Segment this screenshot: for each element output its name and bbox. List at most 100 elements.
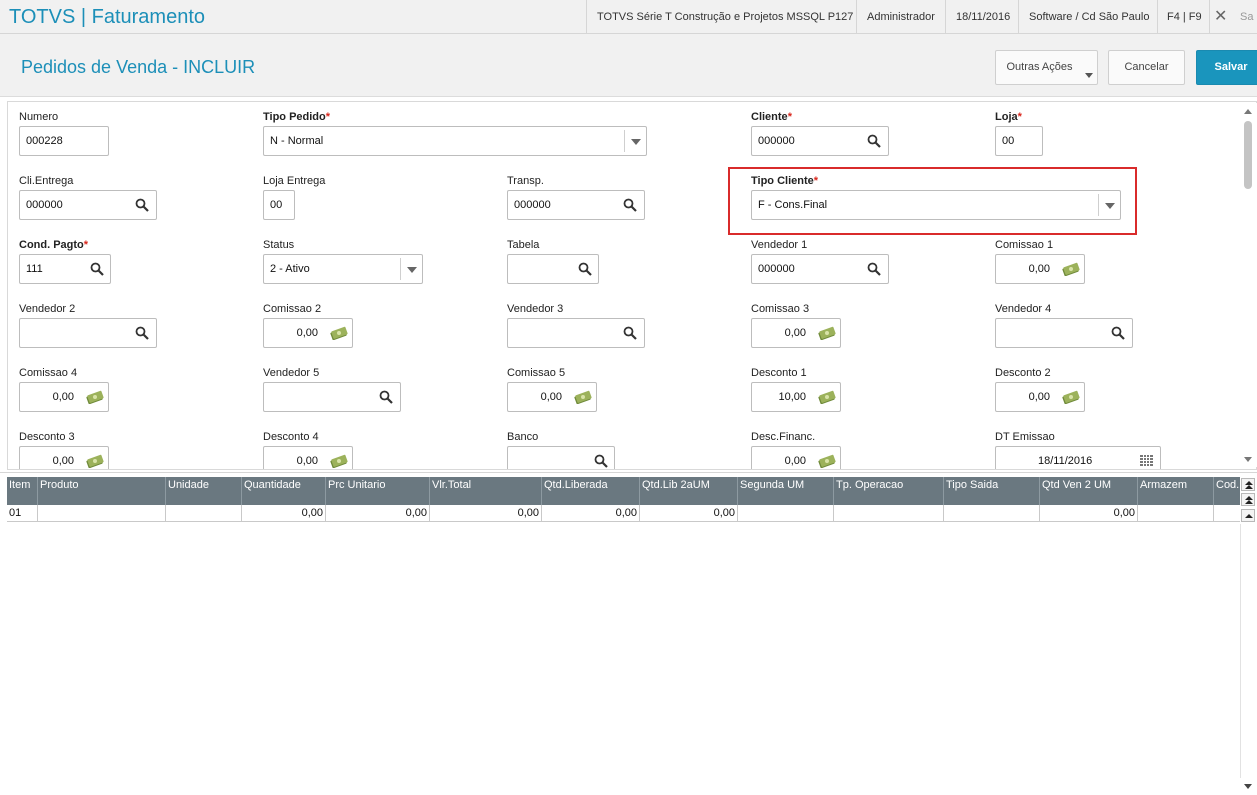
money-icon[interactable] xyxy=(85,390,105,404)
comissao3-input[interactable]: 0,00 xyxy=(751,318,841,348)
grid-col-tipo-saida[interactable]: Tipo Saida xyxy=(944,477,1040,505)
calendar-icon[interactable] xyxy=(1140,455,1154,467)
search-icon[interactable] xyxy=(135,326,149,340)
other-actions-button[interactable]: Outras Ações xyxy=(995,50,1098,85)
desconto1-input[interactable]: 10,00 xyxy=(751,382,841,412)
page-title: Pedidos de Venda - INCLUIR xyxy=(21,57,256,77)
grid-col-prc-unitario[interactable]: Prc Unitario xyxy=(326,477,430,505)
grid-cell[interactable]: 0,00 xyxy=(640,505,738,522)
money-icon[interactable] xyxy=(329,326,349,340)
dt-emissao-input[interactable]: 18/11/2016 xyxy=(995,446,1161,469)
grid-col-qtd-ven-2um[interactable]: Qtd Ven 2 UM xyxy=(1040,477,1138,505)
desconto2-input[interactable]: 0,00 xyxy=(995,382,1085,412)
grid-cell[interactable] xyxy=(1138,505,1214,522)
grid-cell[interactable] xyxy=(38,505,166,522)
close-label[interactable]: Sa xyxy=(1240,0,1253,34)
money-icon[interactable] xyxy=(1061,390,1081,404)
save-button[interactable]: Salvar xyxy=(1196,50,1257,85)
search-icon[interactable] xyxy=(135,198,149,212)
comissao5-input[interactable]: 0,00 xyxy=(507,382,597,412)
scroll-top-button[interactable] xyxy=(1241,478,1255,491)
grid-cell[interactable]: 0,00 xyxy=(430,505,542,522)
desconto1-value: 10,00 xyxy=(778,391,806,403)
grid-cell[interactable] xyxy=(1214,505,1240,522)
vendedor3-input[interactable] xyxy=(507,318,645,348)
scroll-page-up-button[interactable] xyxy=(1241,493,1255,506)
grid-scroll-down-button[interactable] xyxy=(1240,778,1257,795)
vendedor4-input[interactable] xyxy=(995,318,1133,348)
grid-col-segunda-um[interactable]: Segunda UM xyxy=(738,477,834,505)
search-icon[interactable] xyxy=(623,198,637,212)
loja-input[interactable]: 00 xyxy=(995,126,1043,156)
desconto3-input[interactable]: 0,00 xyxy=(19,446,109,469)
grid-cell[interactable] xyxy=(166,505,242,522)
banco-input[interactable] xyxy=(507,446,615,469)
cliente-input[interactable]: 000000 xyxy=(751,126,889,156)
cli-entrega-input[interactable]: 000000 xyxy=(19,190,157,220)
search-icon[interactable] xyxy=(578,262,592,276)
search-icon[interactable] xyxy=(594,454,608,468)
scroll-up-button[interactable] xyxy=(1241,509,1255,522)
grid-cell[interactable]: 0,00 xyxy=(1040,505,1138,522)
money-icon[interactable] xyxy=(817,326,837,340)
grid-col-qtd-liberada[interactable]: Qtd.Liberada xyxy=(542,477,640,505)
money-icon[interactable] xyxy=(85,454,105,468)
scroll-thumb[interactable] xyxy=(1244,121,1252,189)
transp-input[interactable]: 000000 xyxy=(507,190,645,220)
grid-col-quantidade[interactable]: Quantidade xyxy=(242,477,326,505)
grid-col-cod[interactable]: Cod. xyxy=(1214,477,1240,505)
money-icon[interactable] xyxy=(1061,262,1081,276)
grid-col-armazem[interactable]: Armazem xyxy=(1138,477,1214,505)
numero-input[interactable]: 000228 xyxy=(19,126,109,156)
grid-col-qtd-lib-2aum[interactable]: Qtd.Lib 2aUM xyxy=(640,477,738,505)
shortcuts-label[interactable]: F4 | F9 xyxy=(1157,0,1211,34)
vendedor5-input[interactable] xyxy=(263,382,401,412)
grid-col-unidade[interactable]: Unidade xyxy=(166,477,242,505)
money-icon[interactable] xyxy=(817,454,837,468)
search-icon[interactable] xyxy=(623,326,637,340)
chevron-down-icon xyxy=(631,139,641,145)
search-icon[interactable] xyxy=(379,390,393,404)
desc-financ-input[interactable]: 0,00 xyxy=(751,446,841,469)
scroll-up-icon[interactable] xyxy=(1244,109,1252,114)
vendedor1-input[interactable]: 000000 xyxy=(751,254,889,284)
grid-cell[interactable] xyxy=(944,505,1040,522)
tabela-input[interactable] xyxy=(507,254,599,284)
grid-cell[interactable] xyxy=(834,505,944,522)
money-icon[interactable] xyxy=(329,454,349,468)
table-row[interactable]: 01 0,00 0,00 0,00 0,00 0,00 0,00 xyxy=(7,505,1240,522)
cond-pagto-input[interactable]: 111 xyxy=(19,254,111,284)
grid-col-tp-operacao[interactable]: Tp. Operacao xyxy=(834,477,944,505)
grid-col-vlr-total[interactable]: Vlr.Total xyxy=(430,477,542,505)
comissao4-input[interactable]: 0,00 xyxy=(19,382,109,412)
grid-cell[interactable]: 0,00 xyxy=(326,505,430,522)
grid-col-item[interactable]: Item xyxy=(7,477,38,505)
search-icon[interactable] xyxy=(867,134,881,148)
money-icon[interactable] xyxy=(817,390,837,404)
cli-entrega-label: Cli.Entrega xyxy=(19,175,74,187)
desconto4-input[interactable]: 0,00 xyxy=(263,446,353,469)
grid-col-produto[interactable]: Produto xyxy=(38,477,166,505)
search-icon[interactable] xyxy=(867,262,881,276)
top-bar: TOTVS | Faturamento TOTVS Série T Constr… xyxy=(0,0,1257,34)
grid-cell[interactable]: 01 xyxy=(7,505,38,522)
grid-cell[interactable]: 0,00 xyxy=(242,505,326,522)
grid-scrollbar-track[interactable] xyxy=(1240,524,1241,778)
scroll-down-icon[interactable] xyxy=(1244,457,1252,462)
close-icon[interactable]: ✕ xyxy=(1214,0,1227,34)
form-scrollbar[interactable] xyxy=(1240,103,1257,467)
cancel-button[interactable]: Cancelar xyxy=(1108,50,1185,85)
comissao2-input[interactable]: 0,00 xyxy=(263,318,353,348)
status-select[interactable]: 2 - Ativo xyxy=(263,254,423,284)
tipo-pedido-select[interactable]: N - Normal xyxy=(263,126,647,156)
search-icon[interactable] xyxy=(1111,326,1125,340)
grid-cell[interactable] xyxy=(738,505,834,522)
grid-cell[interactable]: 0,00 xyxy=(542,505,640,522)
banco-label: Banco xyxy=(507,431,539,443)
search-icon[interactable] xyxy=(90,262,104,276)
money-icon[interactable] xyxy=(573,390,593,404)
loja-entrega-input[interactable]: 00 xyxy=(263,190,295,220)
comissao4-value: 0,00 xyxy=(52,391,74,403)
vendedor2-input[interactable] xyxy=(19,318,157,348)
comissao1-input[interactable]: 0,00 xyxy=(995,254,1085,284)
